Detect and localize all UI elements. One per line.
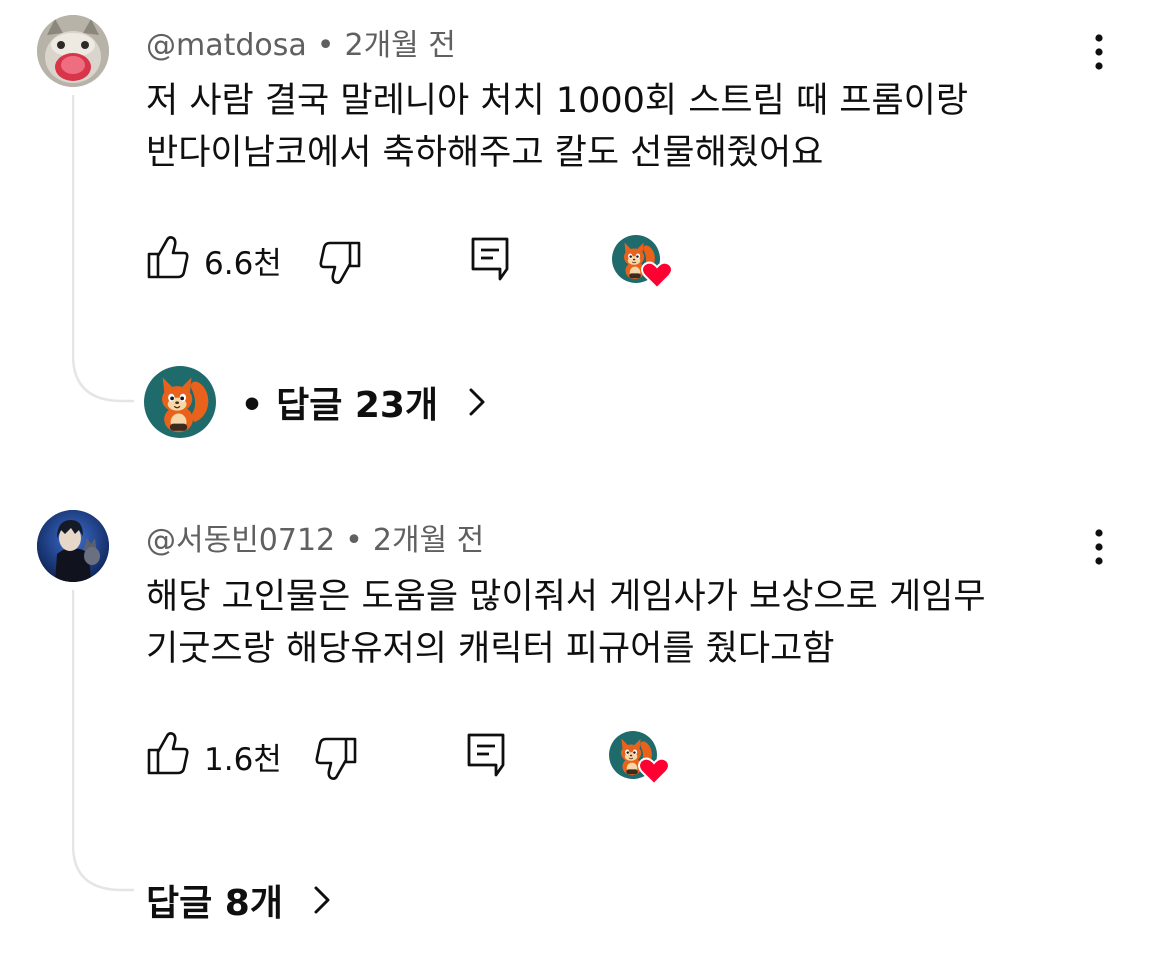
thumbs-down-icon <box>315 737 357 780</box>
chevron-right-icon <box>469 388 485 416</box>
creator-avatar-icon <box>144 366 216 438</box>
comment-meta: @서동빈0712 • 2개월 전 <box>146 515 484 559</box>
thumbs-up-icon <box>147 236 189 279</box>
comment-icon <box>467 733 505 777</box>
view-replies-button[interactable]: • 답글 23개 <box>144 366 491 438</box>
more-options-button[interactable] <box>1084 30 1114 74</box>
comment-text-line: 해당 고인물은 도움을 많이줘서 게임사가 보상으로 게임무 <box>146 577 986 617</box>
like-button[interactable] <box>146 234 190 284</box>
replies-label: • 답글 23개 <box>240 385 439 426</box>
thread-connector <box>71 95 142 409</box>
like-count: 6.6천 <box>204 246 282 282</box>
more-vert-icon <box>1095 34 1103 70</box>
comment-time[interactable]: 2개월 전 <box>344 28 455 63</box>
more-options-button[interactable] <box>1084 525 1114 569</box>
anime-character-avatar-icon <box>37 510 109 582</box>
thumbs-down-icon <box>319 241 361 284</box>
dislike-button[interactable] <box>314 736 358 786</box>
like-count: 1.6천 <box>204 742 282 778</box>
comment-text: 저 사람 결국 말레니아 처치 1000회 스트림 때 프롬이랑 반다이남코에서… <box>146 75 1106 179</box>
view-replies-button[interactable]: 답글 8개 <box>146 874 336 926</box>
comment-meta: @matdosa • 2개월 전 <box>146 20 456 64</box>
avatar[interactable] <box>37 510 109 582</box>
meta-separator: • <box>345 523 363 558</box>
comment-author[interactable]: @matdosa <box>146 28 307 63</box>
like-button[interactable] <box>146 730 190 780</box>
comment-text-line: 저 사람 결국 말레니아 처치 1000회 스트림 때 프롬이랑 <box>146 81 969 121</box>
more-vert-icon <box>1095 529 1103 565</box>
avatar[interactable] <box>37 15 109 87</box>
reply-button[interactable] <box>466 732 506 782</box>
meta-separator: • <box>316 28 335 63</box>
dislike-button[interactable] <box>318 240 362 290</box>
heart-icon <box>638 757 670 786</box>
heart-icon <box>641 261 673 290</box>
comment-time[interactable]: 2개월 전 <box>373 523 484 558</box>
replies-label: 답글 8개 <box>146 883 283 924</box>
creator-heart-badge <box>608 730 670 792</box>
comment-text-line: 반다이남코에서 축하해주고 칼도 선물해줬어요 <box>146 133 824 173</box>
thread-connector <box>71 590 142 904</box>
comment-author[interactable]: @서동빈0712 <box>146 523 335 558</box>
thumbs-up-icon <box>147 732 189 775</box>
cat-avatar-icon <box>37 15 109 87</box>
chevron-right-icon <box>314 886 329 914</box>
comment-actions: 6.6천 <box>146 234 746 290</box>
comment-icon <box>471 237 509 281</box>
comment-text-line: 기굿즈랑 해당유저의 캐릭터 피규어를 줬다고함 <box>146 629 835 669</box>
comment-actions: 1.6천 <box>146 730 746 786</box>
comment-text: 해당 고인물은 도움을 많이줘서 게임사가 보상으로 게임무 기굿즈랑 해당유저… <box>146 571 1106 675</box>
reply-button[interactable] <box>470 236 510 286</box>
creator-heart-badge <box>611 234 673 296</box>
